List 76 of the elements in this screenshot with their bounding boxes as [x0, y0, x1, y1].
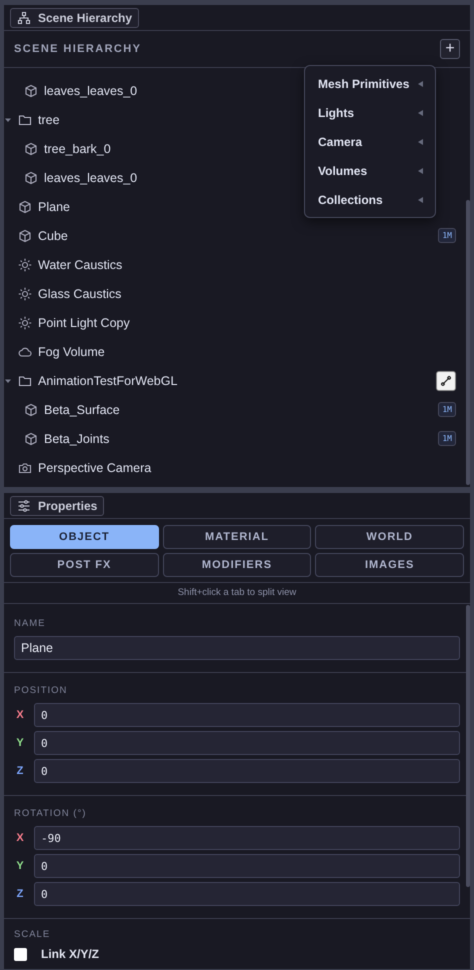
- number-field[interactable]: 0: [34, 759, 460, 783]
- sun-icon: [18, 258, 32, 272]
- section-label: POSITION: [14, 685, 68, 696]
- hint-text: Shift+click a tab to split view: [4, 583, 470, 604]
- folder-icon: [18, 374, 32, 388]
- category-tab[interactable]: WORLD: [315, 525, 464, 549]
- category-tab[interactable]: POST FX: [10, 553, 159, 577]
- tree-item-label[interactable]: leaves_leaves_0: [44, 84, 138, 98]
- axis-label: Y: [15, 737, 25, 749]
- axis-label: X: [15, 832, 25, 844]
- tree-item-label[interactable]: Cube: [38, 228, 68, 242]
- tree-item-label[interactable]: Beta_Joints: [44, 432, 110, 446]
- axis-label: Z: [16, 888, 24, 900]
- cube-icon: [24, 142, 38, 156]
- category-tab[interactable]: OBJECT: [10, 525, 159, 549]
- sun-icon: [18, 286, 32, 300]
- checkbox-label: Link X/Y/Z: [41, 947, 100, 961]
- submenu-arrow-icon: [418, 80, 423, 86]
- hierarchy-icon: [17, 11, 31, 25]
- tree-item-label[interactable]: Plane: [38, 200, 70, 214]
- category-tab[interactable]: IMAGES: [315, 553, 464, 577]
- menu-item[interactable]: Mesh Primitives: [305, 69, 435, 98]
- cube-icon: [24, 84, 38, 98]
- axis-label: Z: [16, 765, 24, 777]
- expand-caret-icon[interactable]: [4, 116, 12, 124]
- memory-badge: 1M: [438, 402, 456, 417]
- axis-label: Y: [15, 860, 25, 872]
- sliders-icon: [17, 499, 31, 513]
- submenu-arrow-icon: [418, 138, 423, 144]
- cube-icon: [24, 170, 38, 184]
- add-button[interactable]: +: [440, 39, 460, 59]
- number-field[interactable]: 0: [34, 703, 460, 727]
- section-label: SCALE: [14, 929, 50, 940]
- expand-caret-icon[interactable]: [4, 376, 12, 384]
- panel-tab[interactable]: Scene Hierarchy: [10, 8, 140, 28]
- name-field[interactable]: Plane: [14, 636, 460, 660]
- menu-item[interactable]: Lights: [305, 98, 435, 127]
- tree-item-label[interactable]: leaves_leaves_0: [44, 170, 138, 184]
- tree-item-label[interactable]: tree: [38, 112, 60, 126]
- section-label: ROTATION (°): [14, 808, 86, 819]
- number-field[interactable]: 0: [34, 882, 460, 906]
- panel-title: SCENE HIERARCHY: [14, 43, 142, 55]
- panel-tab[interactable]: Properties: [10, 496, 104, 516]
- camera-icon: [18, 460, 32, 474]
- submenu-arrow-icon: [418, 196, 423, 202]
- category-tab[interactable]: MODIFIERS: [162, 553, 312, 577]
- link-checkbox[interactable]: [14, 948, 27, 960]
- folder-icon: [18, 112, 32, 126]
- axis-label: X: [15, 709, 25, 721]
- skeleton-button[interactable]: [436, 370, 456, 390]
- tree-item-label[interactable]: tree_bark_0: [44, 142, 111, 156]
- tree-item-label[interactable]: Beta_Surface: [44, 402, 120, 416]
- cube-icon: [18, 200, 32, 214]
- submenu-arrow-icon: [418, 168, 423, 174]
- menu-item[interactable]: Camera: [305, 127, 435, 156]
- cube-icon: [24, 432, 38, 446]
- number-field[interactable]: 0: [34, 854, 460, 878]
- tree-item-label[interactable]: Glass Caustics: [38, 286, 122, 300]
- memory-badge: 1M: [438, 228, 456, 243]
- cube-icon: [18, 228, 32, 242]
- submenu-arrow-icon: [418, 110, 423, 116]
- sun-icon: [18, 316, 32, 330]
- cube-icon: [24, 402, 38, 416]
- tree-item-label[interactable]: Water Caustics: [38, 258, 122, 272]
- category-tab[interactable]: MATERIAL: [162, 525, 312, 549]
- memory-badge: 1M: [438, 431, 456, 446]
- bone-icon: [440, 374, 452, 386]
- tree-item-label[interactable]: Point Light Copy: [38, 316, 130, 330]
- tree-item-label[interactable]: Perspective Camera: [38, 460, 152, 474]
- section-label: NAME: [14, 618, 46, 629]
- tree-item-label[interactable]: AnimationTestForWebGL: [38, 374, 178, 388]
- menu-item[interactable]: Collections: [305, 185, 435, 214]
- tree-item-label[interactable]: Fog Volume: [38, 344, 105, 358]
- menu-item[interactable]: Volumes: [305, 156, 435, 185]
- number-field[interactable]: 0: [34, 731, 460, 755]
- number-field[interactable]: -90: [34, 826, 460, 850]
